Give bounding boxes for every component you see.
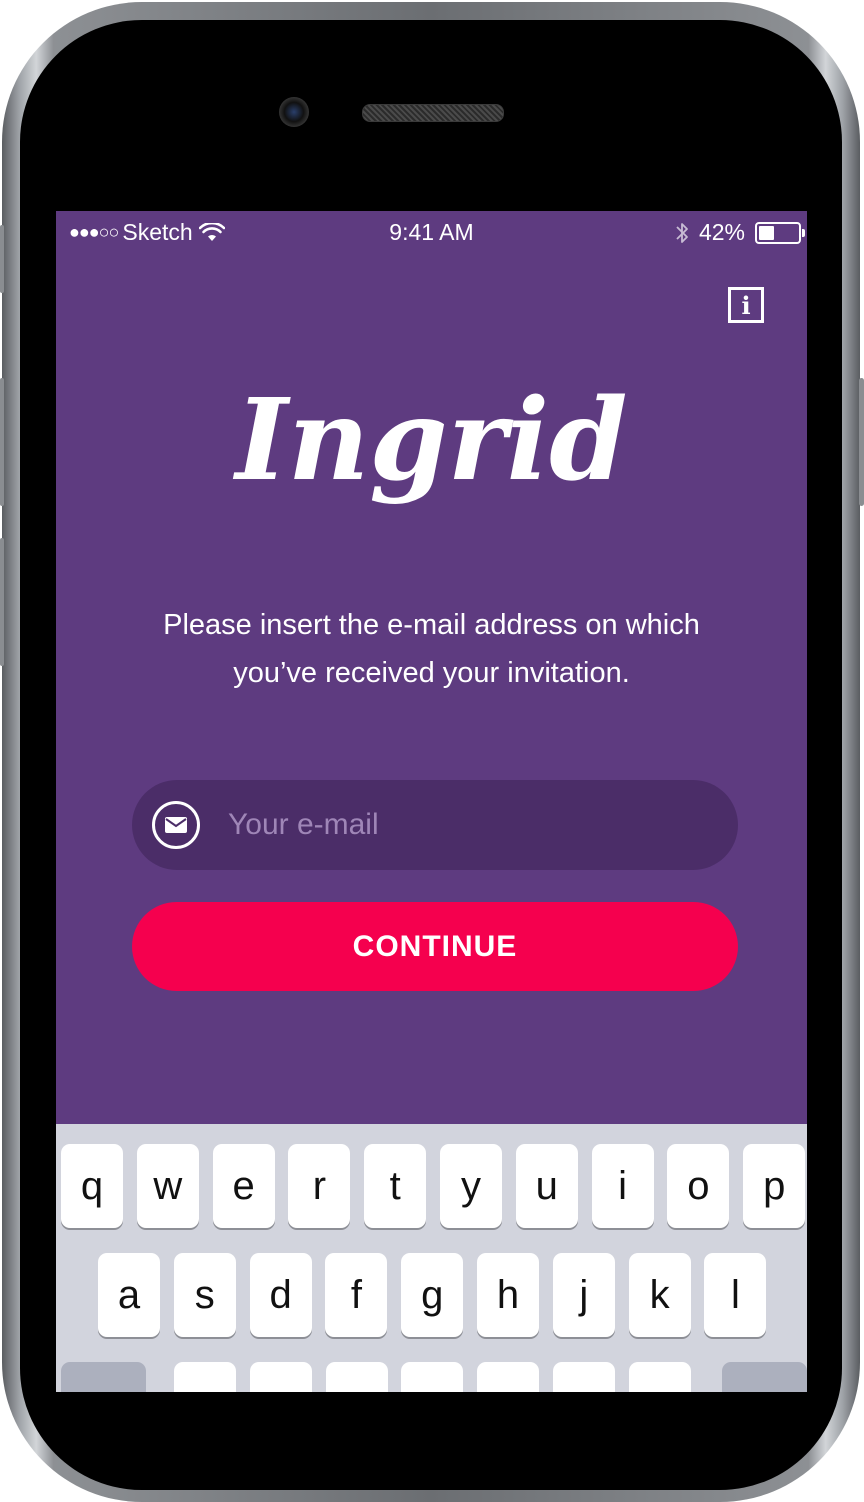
key-a[interactable]: a bbox=[98, 1253, 160, 1337]
key-o[interactable]: o bbox=[667, 1144, 730, 1228]
app-screen: ●●●○○ Sketch 9:41 AM 42% i Ingrid Please… bbox=[56, 211, 807, 1392]
continue-button[interactable]: CONTINUE bbox=[132, 902, 738, 991]
instructions-text: Please insert the e-mail address on whic… bbox=[116, 601, 747, 697]
battery-fill bbox=[759, 225, 774, 240]
key-d[interactable]: d bbox=[249, 1253, 312, 1337]
battery-tip bbox=[802, 228, 805, 237]
battery-percentage: 42% bbox=[698, 219, 745, 245]
volume-down-button bbox=[0, 538, 4, 666]
status-bar: ●●●○○ Sketch 9:41 AM 42% bbox=[56, 211, 807, 253]
battery-icon bbox=[755, 221, 805, 244]
earpiece-speaker bbox=[362, 104, 504, 122]
volume-up-button bbox=[0, 378, 4, 506]
instructions-line-2: you’ve received your invitation. bbox=[233, 657, 630, 689]
key-s[interactable]: s bbox=[173, 1253, 236, 1337]
key-q[interactable]: q bbox=[61, 1144, 123, 1228]
email-input[interactable] bbox=[226, 807, 710, 843]
bluetooth-icon bbox=[676, 222, 688, 243]
key-e[interactable]: e bbox=[212, 1144, 275, 1228]
key-y[interactable]: y bbox=[440, 1144, 502, 1228]
key-row3[interactable] bbox=[249, 1362, 312, 1392]
key-t[interactable]: t bbox=[364, 1144, 427, 1228]
key-r[interactable]: r bbox=[288, 1144, 351, 1228]
mail-icon bbox=[152, 801, 200, 849]
key-g[interactable]: g bbox=[401, 1253, 464, 1337]
app-logo: Ingrid bbox=[235, 375, 628, 506]
key-row3[interactable] bbox=[174, 1362, 236, 1392]
instructions-line-1: Please insert the e-mail address on whic… bbox=[163, 609, 700, 641]
key-w[interactable]: w bbox=[136, 1144, 199, 1228]
key-f[interactable]: f bbox=[325, 1253, 388, 1337]
key-h[interactable]: h bbox=[477, 1253, 539, 1337]
keyboard: qwertyuiop asdfghjkl bbox=[56, 1124, 807, 1392]
key-p[interactable]: p bbox=[743, 1144, 806, 1228]
key-u[interactable]: u bbox=[515, 1144, 578, 1228]
status-right: 42% bbox=[675, 219, 805, 246]
backspace-key[interactable] bbox=[722, 1362, 807, 1392]
key-row3[interactable] bbox=[477, 1362, 540, 1392]
info-button[interactable]: i bbox=[728, 287, 764, 323]
key-row3[interactable] bbox=[553, 1362, 615, 1392]
silent-switch bbox=[0, 225, 4, 293]
shift-key[interactable] bbox=[61, 1362, 146, 1392]
key-row3[interactable] bbox=[628, 1362, 691, 1392]
key-row3[interactable] bbox=[401, 1362, 464, 1392]
key-row3[interactable] bbox=[325, 1362, 388, 1392]
email-field[interactable] bbox=[132, 780, 738, 870]
power-button bbox=[859, 378, 864, 506]
key-k[interactable]: k bbox=[628, 1253, 691, 1337]
key-i[interactable]: i bbox=[591, 1144, 654, 1228]
key-l[interactable]: l bbox=[704, 1253, 767, 1337]
info-icon: i bbox=[741, 290, 751, 320]
key-j[interactable]: j bbox=[552, 1253, 615, 1337]
front-camera bbox=[279, 97, 309, 127]
